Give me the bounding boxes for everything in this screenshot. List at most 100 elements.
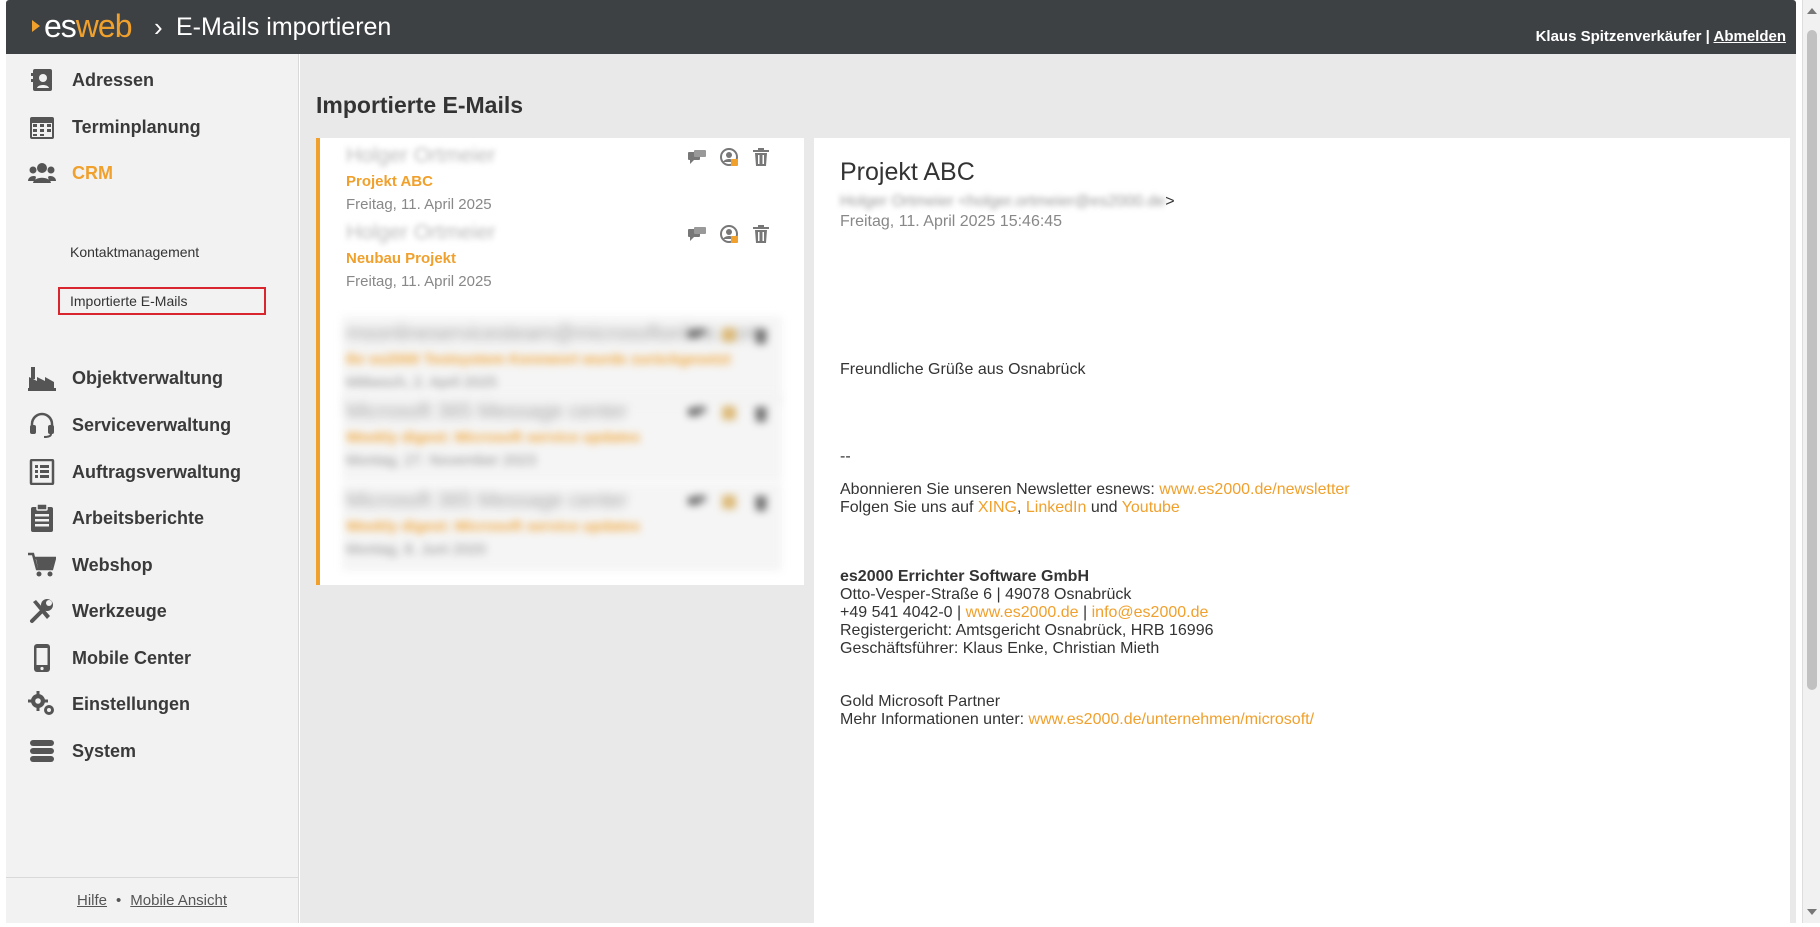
sidebar-item-serviceverwaltung[interactable]: Serviceverwaltung (28, 407, 231, 443)
sidebar-item-werkzeuge[interactable]: Werkzeuge (28, 593, 167, 629)
company-phone: +49 541 4042-0 | (840, 604, 966, 621)
sidebar-item-arbeitsberichte[interactable]: Arbeitsberichte (28, 500, 204, 536)
trash-icon[interactable] (750, 223, 772, 245)
mail-subject: Weekly digest: Microsoft service updates (346, 429, 640, 446)
clipboard-icon (28, 504, 56, 532)
calendar-icon (28, 113, 56, 141)
sidebar-item-label: Mobile Center (72, 647, 192, 668)
headset-icon (28, 411, 56, 439)
mail-date: Montag, 27. November 2023 (346, 452, 537, 469)
comma-text: , (1017, 499, 1026, 516)
section-title: Importierte E-Mails (316, 92, 524, 118)
youtube-link[interactable]: Youtube (1122, 499, 1180, 516)
page-title: E-Mails importieren (176, 13, 392, 41)
mail-actions (686, 146, 772, 168)
mail-date: Freitag, 11. April 2025 (346, 273, 492, 290)
xing-link[interactable]: XING (978, 499, 1017, 516)
sidebar-item-terminplanung[interactable]: Terminplanung (28, 109, 201, 145)
scrollbar-thumb[interactable] (1807, 30, 1817, 690)
comments-icon[interactable] (686, 324, 708, 346)
company-address: Otto-Vesper-Straße 6 | 49078 Osnabrück (840, 586, 1132, 603)
partner-block: Gold Microsoft Partner Mehr Informatione… (840, 693, 1314, 729)
sidebar-item-label: Auftragsverwaltung (72, 461, 242, 482)
assign-contact-icon[interactable] (718, 491, 740, 513)
microsoft-link[interactable]: www.es2000.de/unternehmen/microsoft/ (1029, 711, 1314, 728)
address-book-icon (28, 66, 56, 94)
email-link[interactable]: info@es2000.de (1092, 604, 1209, 621)
sidebar-subitem-importierte-emails[interactable]: Importierte E-Mails (58, 287, 266, 315)
newsletter-link[interactable]: www.es2000.de/newsletter (1159, 481, 1349, 498)
help-link[interactable]: Hilfe (77, 892, 107, 909)
scroll-up-icon[interactable] (1807, 8, 1817, 14)
assign-contact-icon[interactable] (718, 324, 740, 346)
cart-icon (28, 551, 56, 579)
sidebar-item-crm[interactable]: CRM (28, 155, 113, 191)
mail-list-item[interactable]: Microsoft 365 Message center Weekly dige… (342, 483, 782, 571)
sidebar-item-label: Arbeitsberichte (72, 507, 205, 528)
sidebar-item-label: Adressen (72, 69, 155, 90)
trash-icon[interactable] (750, 402, 772, 424)
assign-contact-icon[interactable] (718, 223, 740, 245)
linkedin-link[interactable]: LinkedIn (1026, 499, 1087, 516)
signature-separator: -- (840, 448, 851, 465)
newsletter-text: Abonnieren Sie unseren Newsletter esnews… (840, 481, 1160, 498)
reader-from-address: Holger Ortmeier <holger.ortmeier@es2000.… (840, 193, 1166, 210)
trash-icon[interactable] (750, 491, 772, 513)
scroll-down-icon[interactable] (1807, 909, 1817, 915)
comments-icon[interactable] (686, 146, 708, 168)
sidebar-item-auftragsverwaltung[interactable]: Auftragsverwaltung (28, 454, 241, 490)
sidebar-item-label: Werkzeuge (72, 600, 167, 621)
logo-web-text: web (75, 7, 133, 44)
sidebar-subitem-kontaktmanagement[interactable]: Kontaktmanagement (58, 238, 266, 266)
comments-icon[interactable] (686, 491, 708, 513)
reader-from-close: > (1165, 193, 1175, 210)
mail-date: Mittwoch, 2. April 2025 (346, 374, 497, 391)
mail-list-item[interactable]: Holger Ortmeier Neubau Projekt Freitag, … (342, 215, 782, 303)
comments-icon[interactable] (686, 402, 708, 424)
top-bar: es web › E-Mails importieren Klaus Spitze… (6, 0, 1796, 54)
mail-greeting: Freundliche Grüße aus Osnabrück (840, 361, 1086, 378)
website-link[interactable]: www.es2000.de (966, 604, 1079, 621)
factory-icon (28, 364, 56, 392)
gears-icon (28, 690, 56, 718)
sidebar-item-einstellungen[interactable]: Einstellungen (28, 686, 190, 722)
database-icon (28, 737, 56, 765)
sidebar-item-label: Einstellungen (72, 693, 191, 714)
follow-text: Folgen Sie uns auf (840, 499, 978, 516)
esweb-logo[interactable]: es web (32, 6, 132, 46)
page-scrollbar[interactable] (1802, 0, 1820, 923)
mobile-view-link[interactable]: Mobile Ansicht (130, 892, 227, 909)
mobile-icon (28, 644, 56, 672)
comments-icon[interactable] (686, 223, 708, 245)
trash-icon[interactable] (750, 146, 772, 168)
mail-subject: Neubau Projekt (346, 250, 457, 267)
footer-separator: • (116, 892, 122, 909)
mail-reader: Projekt ABC Holger Ortmeier <holger.ortm… (814, 138, 1790, 923)
assign-contact-icon[interactable] (718, 146, 740, 168)
tools-icon (28, 597, 56, 625)
user-name: Klaus Spitzenverkäufer (1535, 28, 1702, 45)
mail-list-item[interactable]: Microsoft 365 Message center Weekly dige… (342, 394, 782, 482)
sidebar-item-objektverwaltung[interactable]: Objektverwaltung (28, 360, 223, 396)
mail-list-item[interactable]: Holger Ortmeier Projekt ABC Freitag, 11.… (342, 138, 782, 226)
mail-list-item[interactable]: msonlineservicesteam@microsoftonline.com… (342, 316, 782, 404)
mail-date: Freitag, 11. April 2025 (346, 196, 492, 213)
mail-sender: Microsoft 365 Message center (346, 489, 628, 512)
sidebar-footer: Hilfe • Mobile Ansicht (6, 877, 298, 923)
sidebar-item-system[interactable]: System (28, 733, 136, 769)
main-content: Importierte E-Mails Holger Ortmeier Proj… (300, 54, 1796, 923)
mail-actions (686, 491, 772, 513)
users-icon (28, 159, 56, 187)
und-text: und (1086, 499, 1122, 516)
sidebar-item-label: Objektverwaltung (72, 367, 224, 388)
reader-date: Freitag, 11. April 2025 15:46:45 (840, 213, 1063, 230)
sidebar-item-webshop[interactable]: Webshop (28, 547, 153, 583)
trash-icon[interactable] (750, 324, 772, 346)
logout-link[interactable]: Abmelden (1713, 28, 1786, 45)
sidebar: Adressen Terminplanung CRM Kontaktmanage… (6, 54, 299, 923)
more-info-text: Mehr Informationen unter: (840, 711, 1029, 728)
mail-sender: Holger Ortmeier (346, 144, 496, 167)
sidebar-item-mobile-center[interactable]: Mobile Center (28, 640, 191, 676)
sidebar-item-adressen[interactable]: Adressen (28, 62, 154, 98)
assign-contact-icon[interactable] (718, 402, 740, 424)
